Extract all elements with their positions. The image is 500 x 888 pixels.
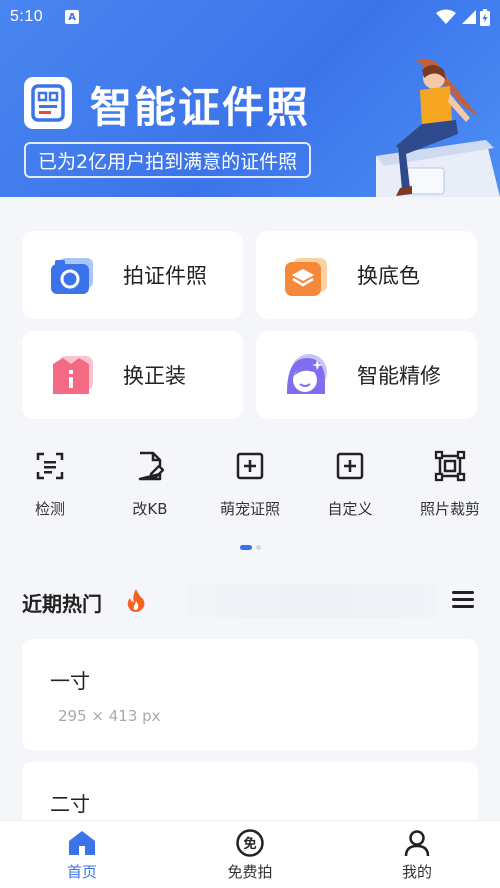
tool-label: 照片裁剪 [419, 500, 480, 518]
nav-profile[interactable]: 我的 [357, 821, 477, 888]
tool-pet-id[interactable]: 萌宠证照 [210, 450, 290, 519]
fire-icon [127, 589, 145, 612]
scan-icon [36, 452, 64, 480]
nav-label: 我的 [401, 863, 432, 881]
crop-icon [434, 450, 466, 482]
tool-change-kb[interactable]: 改KB [110, 450, 190, 519]
status-bar: 5:10 A [0, 0, 500, 34]
feature-label: 智能精修 [357, 364, 441, 388]
hot-section-header: 近期热门 [0, 580, 500, 620]
status-time: 5:10 [10, 8, 44, 25]
add-box-icon [336, 452, 364, 480]
menu-icon[interactable] [452, 588, 476, 612]
tools-row: 检测 改KB 萌宠证照 自定义 照片裁剪 [0, 450, 500, 530]
suit-icon [49, 352, 95, 398]
app-logo [24, 77, 72, 129]
size-card-1inch[interactable]: 一寸 295 × 413 px [22, 639, 478, 750]
tool-crop[interactable]: 照片裁剪 [410, 450, 490, 519]
profile-icon [404, 830, 430, 857]
tool-detect[interactable]: 检测 [10, 450, 90, 519]
signal-icon [462, 10, 476, 24]
nav-label: 首页 [66, 863, 97, 881]
page-dot-active [240, 545, 252, 550]
nav-free-shoot[interactable]: 免 免费拍 [190, 821, 310, 888]
notification-a-icon: A [65, 10, 80, 24]
category-tabs-faded [186, 584, 436, 618]
app-subtitle: 已为2亿用户拍到满意的证件照 [24, 142, 312, 178]
feature-label: 换正装 [123, 364, 186, 388]
tool-label: 改KB [132, 500, 168, 518]
feature-card-smart-retouch[interactable]: 智能精修 [256, 331, 477, 419]
size-name: 一寸 [50, 669, 90, 693]
feature-card-change-bg[interactable]: 换底色 [256, 231, 477, 319]
camera-icon [49, 252, 95, 298]
bottom-nav: 首页 免 免费拍 我的 [0, 820, 500, 888]
size-name: 二寸 [50, 792, 90, 816]
feature-label: 拍证件照 [123, 264, 207, 288]
tool-label: 萌宠证照 [219, 500, 280, 518]
feature-card-take-photo[interactable]: 拍证件照 [22, 231, 243, 319]
file-edit-icon [138, 451, 165, 481]
feature-card-change-suit[interactable]: 换正装 [22, 331, 243, 419]
face-retouch-icon [283, 352, 329, 398]
size-dimensions: 295 × 413 px [58, 707, 161, 725]
layers-icon [283, 252, 329, 298]
tool-custom[interactable]: 自定义 [310, 450, 390, 519]
girl-on-box-illustration [376, 58, 500, 197]
feature-label: 换底色 [357, 264, 420, 288]
page-dot [256, 545, 261, 550]
tool-label: 检测 [34, 500, 65, 518]
nav-home[interactable]: 首页 [22, 821, 142, 888]
section-title: 近期热门 [22, 592, 102, 616]
nav-label: 免费拍 [227, 863, 273, 881]
app-title: 智能证件照 [90, 83, 311, 132]
free-glyph: 免 [243, 836, 256, 852]
add-box-icon [236, 452, 264, 480]
status-icons [436, 8, 490, 26]
home-icon [69, 831, 95, 855]
header-banner: 5:10 A 智能证件照 已为2亿用户拍到满意的证件照 [0, 0, 500, 197]
battery-icon [480, 8, 490, 26]
wifi-icon [436, 9, 456, 24]
page-indicator [240, 545, 261, 550]
free-shoot-icon: 免 [236, 829, 264, 857]
tool-label: 自定义 [327, 500, 373, 518]
